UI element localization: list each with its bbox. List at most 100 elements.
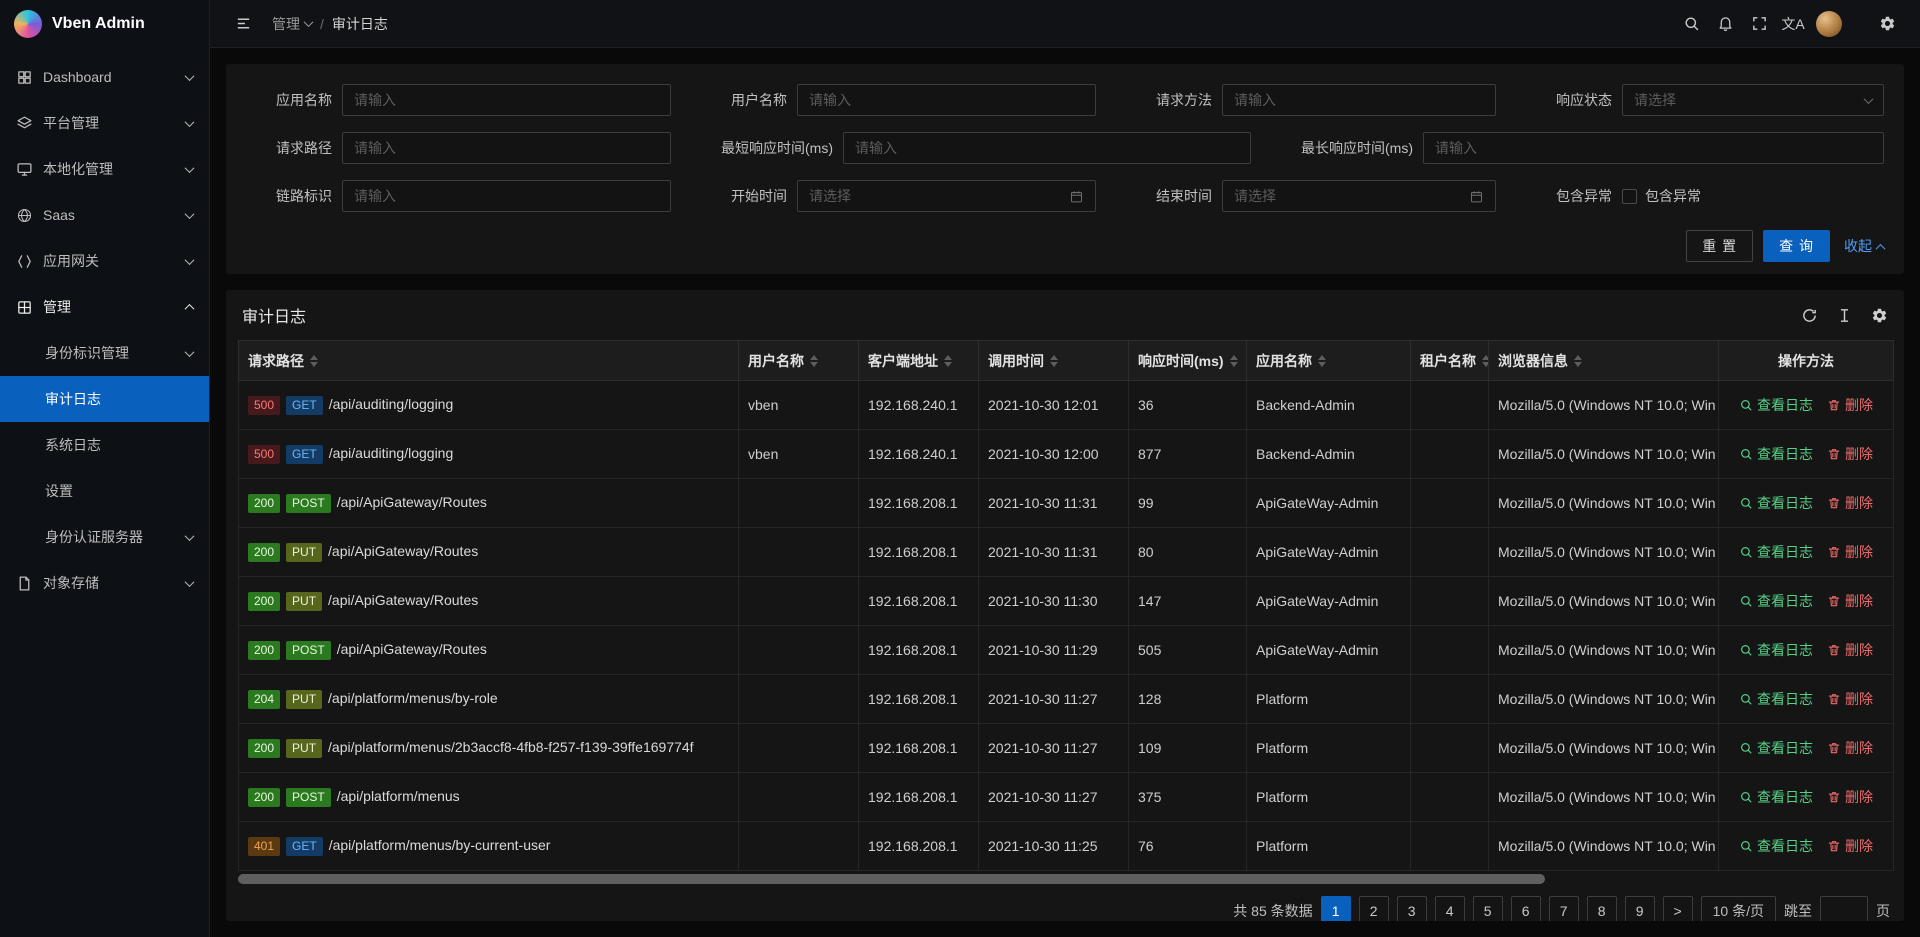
column-header-tenant[interactable]: 租户名称 <box>1411 341 1489 381</box>
sidebar-item-saas[interactable]: Saas <box>0 192 209 238</box>
app-name-input[interactable] <box>354 92 659 108</box>
sidebar-item-system-logs[interactable]: 系统日志 <box>0 422 209 468</box>
filter-row: 链路标识开始时间请选择结束时间请选择包含异常包含异常 <box>246 180 1884 212</box>
view-log-button[interactable]: 查看日志 <box>1739 493 1813 513</box>
sidebar-item-localization[interactable]: 本地化管理 <box>0 146 209 192</box>
delete-button[interactable]: 删除 <box>1827 689 1873 709</box>
delete-button[interactable]: 删除 <box>1827 738 1873 758</box>
collapse-link[interactable]: 收起 <box>1844 236 1884 256</box>
column-header-path[interactable]: 请求路径 <box>239 341 739 381</box>
page-button-4[interactable]: 4 <box>1435 896 1465 921</box>
sidebar-item-admin[interactable]: 管理 <box>0 284 209 330</box>
sidebar-item-identity[interactable]: 身份标识管理 <box>0 330 209 376</box>
page-button-1[interactable]: 1 <box>1321 896 1351 921</box>
has-exception-checkbox[interactable] <box>1622 189 1637 204</box>
logo[interactable]: Vben Admin <box>0 0 209 48</box>
sort-icons[interactable] <box>1482 355 1489 367</box>
sidebar-item-platform[interactable]: 平台管理 <box>0 100 209 146</box>
page-button-5[interactable]: 5 <box>1473 896 1503 921</box>
query-button[interactable]: 查 询 <box>1763 230 1830 262</box>
jump-page-input[interactable] <box>1820 896 1868 921</box>
http-method-badge: PUT <box>286 592 322 611</box>
view-log-button[interactable]: 查看日志 <box>1739 591 1813 611</box>
request-path-input[interactable] <box>354 140 659 156</box>
view-log-button[interactable]: 查看日志 <box>1739 836 1813 856</box>
view-log-button[interactable]: 查看日志 <box>1739 738 1813 758</box>
search-icon[interactable] <box>1674 7 1708 41</box>
sort-icons[interactable] <box>944 355 952 367</box>
view-log-button[interactable]: 查看日志 <box>1739 689 1813 709</box>
cell-client: 192.168.208.1 <box>859 626 979 675</box>
response-status-select[interactable]: 请选择 <box>1622 84 1884 116</box>
delete-button[interactable]: 删除 <box>1827 542 1873 562</box>
view-log-button[interactable]: 查看日志 <box>1739 640 1813 660</box>
sort-icons[interactable] <box>1318 355 1326 367</box>
next-page-button[interactable]: > <box>1663 896 1693 921</box>
breadcrumb-item-admin[interactable]: 管理 <box>272 14 312 34</box>
column-header-user[interactable]: 用户名称 <box>739 341 859 381</box>
start-time-picker[interactable]: 请选择 <box>797 180 1096 212</box>
column-label: 客户端地址 <box>868 351 938 371</box>
max-response-time-input[interactable] <box>1435 140 1872 156</box>
trace-id-input[interactable] <box>354 188 659 204</box>
page-size-select[interactable]: 10 条/页 <box>1701 896 1776 921</box>
user-name-input[interactable] <box>809 92 1084 108</box>
view-log-button[interactable]: 查看日志 <box>1739 787 1813 807</box>
sidebar-item-dashboard[interactable]: Dashboard <box>0 54 209 100</box>
request-method-input[interactable] <box>1234 92 1484 108</box>
min-response-time-input[interactable] <box>855 140 1239 156</box>
cell-time: 2021-10-30 11:30 <box>979 577 1129 626</box>
page-button-7[interactable]: 7 <box>1549 896 1579 921</box>
page-button-2[interactable]: 2 <box>1359 896 1389 921</box>
sidebar-item-audit-logs[interactable]: 审计日志 <box>0 376 209 422</box>
menu-fold-icon[interactable] <box>226 7 260 41</box>
sidebar-item-gateway[interactable]: 应用网关 <box>0 238 209 284</box>
column-header-elapsed[interactable]: 响应时间(ms) <box>1129 341 1247 381</box>
page-button-6[interactable]: 6 <box>1511 896 1541 921</box>
sort-icons[interactable] <box>310 355 318 367</box>
page-button-8[interactable]: 8 <box>1587 896 1617 921</box>
delete-button[interactable]: 删除 <box>1827 493 1873 513</box>
cell-user <box>739 724 859 773</box>
locale-icon[interactable]: 文A <box>1776 7 1810 41</box>
delete-button[interactable]: 删除 <box>1827 787 1873 807</box>
page-button-9[interactable]: 9 <box>1625 896 1655 921</box>
column-settings-icon[interactable] <box>1871 307 1888 324</box>
view-log-button[interactable]: 查看日志 <box>1739 444 1813 464</box>
search-icon <box>1739 643 1753 657</box>
table-header-bar: 审计日志 <box>238 290 1892 340</box>
fullscreen-icon[interactable] <box>1742 7 1776 41</box>
sort-icons[interactable] <box>810 355 818 367</box>
delete-button[interactable]: 删除 <box>1827 591 1873 611</box>
refresh-icon[interactable] <box>1801 307 1818 324</box>
column-header-app[interactable]: 应用名称 <box>1247 341 1411 381</box>
filter-field-request-method: 请求方法 <box>1126 84 1526 116</box>
cell-time: 2021-10-30 12:00 <box>979 430 1129 479</box>
sidebar-item-identity-server[interactable]: 身份认证服务器 <box>0 514 209 560</box>
settings-icon[interactable] <box>1870 7 1904 41</box>
avatar[interactable] <box>1816 11 1842 37</box>
delete-button[interactable]: 删除 <box>1827 836 1873 856</box>
view-log-button[interactable]: 查看日志 <box>1739 395 1813 415</box>
sidebar-item-object-storage[interactable]: 对象存储 <box>0 560 209 606</box>
delete-button[interactable]: 删除 <box>1827 640 1873 660</box>
scrollbar-thumb[interactable] <box>238 874 1545 884</box>
sidebar-item-settings[interactable]: 设置 <box>0 468 209 514</box>
notification-icon[interactable] <box>1708 7 1742 41</box>
gear-icon <box>1879 15 1896 32</box>
sort-icons[interactable] <box>1050 355 1058 367</box>
field-label: 响应状态 <box>1526 90 1622 110</box>
sort-icons[interactable] <box>1574 355 1582 367</box>
row-height-icon[interactable] <box>1836 307 1853 324</box>
delete-button[interactable]: 删除 <box>1827 444 1873 464</box>
column-header-browser[interactable]: 浏览器信息 <box>1489 341 1719 381</box>
delete-button[interactable]: 删除 <box>1827 395 1873 415</box>
end-time-picker[interactable]: 请选择 <box>1222 180 1496 212</box>
reset-button[interactable]: 重 置 <box>1686 230 1753 262</box>
sidebar-item-label: 对象存储 <box>43 573 178 593</box>
page-button-3[interactable]: 3 <box>1397 896 1427 921</box>
sort-icons[interactable] <box>1230 355 1238 367</box>
view-log-button[interactable]: 查看日志 <box>1739 542 1813 562</box>
column-header-time[interactable]: 调用时间 <box>979 341 1129 381</box>
column-header-client[interactable]: 客户端地址 <box>859 341 979 381</box>
